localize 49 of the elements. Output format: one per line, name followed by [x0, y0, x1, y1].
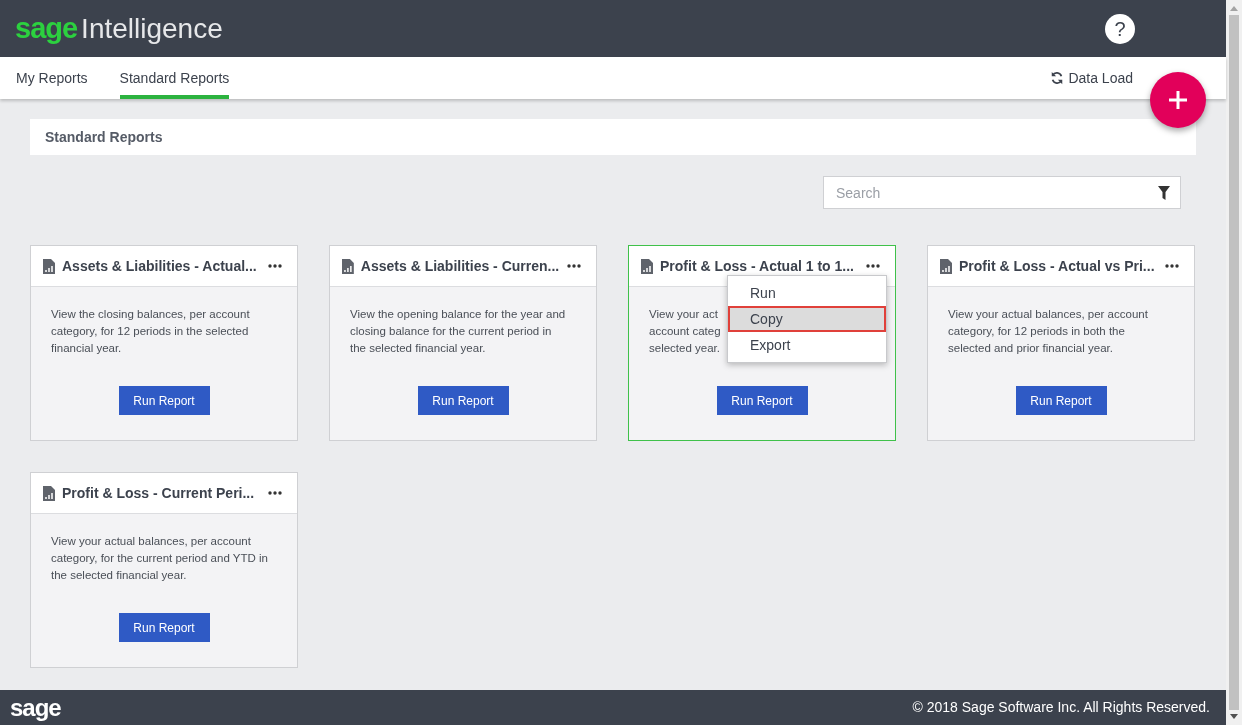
- scrollbar[interactable]: [1226, 0, 1242, 725]
- card-description: View your actual balances, per account category, for 12 periods in both the selected and prior financial year.: [947, 307, 1149, 356]
- report-icon: [940, 258, 952, 274]
- more-icon: [866, 264, 880, 268]
- run-report-button[interactable]: Run Report: [716, 386, 808, 415]
- scroll-down-icon[interactable]: [1230, 714, 1238, 719]
- more-button[interactable]: [267, 261, 283, 271]
- logo-text: sage: [15, 10, 78, 46]
- run-report-button[interactable]: Run Report: [417, 386, 509, 415]
- more-button[interactable]: [566, 261, 582, 271]
- run-report-button[interactable]: Run Report: [118, 386, 210, 415]
- more-icon: [268, 491, 282, 495]
- card-title: Profit & Loss - Actual vs Pri...: [959, 256, 1156, 276]
- more-icon: [1165, 264, 1179, 268]
- card-description: View the opening balance for the year and closing balance for the current period in the selected financial year.: [349, 307, 567, 356]
- run-report-button[interactable]: Run Report: [118, 613, 210, 642]
- help-button[interactable]: ?: [1105, 13, 1135, 44]
- menu-item[interactable]: Copy: [728, 306, 886, 332]
- more-button[interactable]: [865, 261, 881, 271]
- scrollbar-thumb[interactable]: [1229, 15, 1239, 710]
- plus-icon: [1169, 91, 1187, 109]
- card-description: View your actual balances, per account category, for the current period and YTD in the selected financial year.: [50, 534, 269, 583]
- logo-text: Intelligence: [81, 11, 223, 46]
- card-title: Assets & Liabilities - Curren...: [360, 256, 560, 276]
- nav-tab[interactable]: My Reports: [16, 57, 88, 99]
- card-title: Profit & Loss - Actual 1 to 1...: [660, 256, 855, 276]
- more-icon: [268, 264, 282, 268]
- more-button[interactable]: [1164, 261, 1180, 271]
- data-load-button[interactable]: Data Load: [1050, 57, 1133, 99]
- card-description: View your act account categ selected year.: [648, 307, 722, 356]
- card-title: Assets & Liabilities - Actual...: [62, 256, 258, 276]
- card-title: Profit & Loss - Current Peri...: [62, 483, 256, 503]
- report-icon: [43, 258, 55, 274]
- run-report-button[interactable]: Run Report: [1015, 386, 1107, 415]
- more-button[interactable]: [267, 488, 283, 498]
- report-icon: [43, 485, 55, 501]
- nav-tab[interactable]: Standard Reports: [119, 57, 230, 99]
- report-icon: [641, 258, 653, 274]
- search-field[interactable]: Search: [823, 176, 1181, 209]
- menu-item[interactable]: Run: [728, 280, 886, 306]
- menu-item[interactable]: Export: [728, 332, 886, 358]
- footer-logo: sage: [10, 692, 61, 723]
- section-title: Standard Reports: [45, 127, 163, 147]
- copyright-text: © 2018 Sage Software Inc. All Rights Reserved.: [912, 698, 1210, 717]
- filter-icon[interactable]: [1158, 186, 1170, 200]
- report-icon: [342, 258, 354, 274]
- refresh-icon: [1050, 71, 1065, 85]
- more-icon: [567, 264, 582, 268]
- card-description: View the closing balances, per account category, for 12 periods in the selected financial year.: [50, 307, 251, 356]
